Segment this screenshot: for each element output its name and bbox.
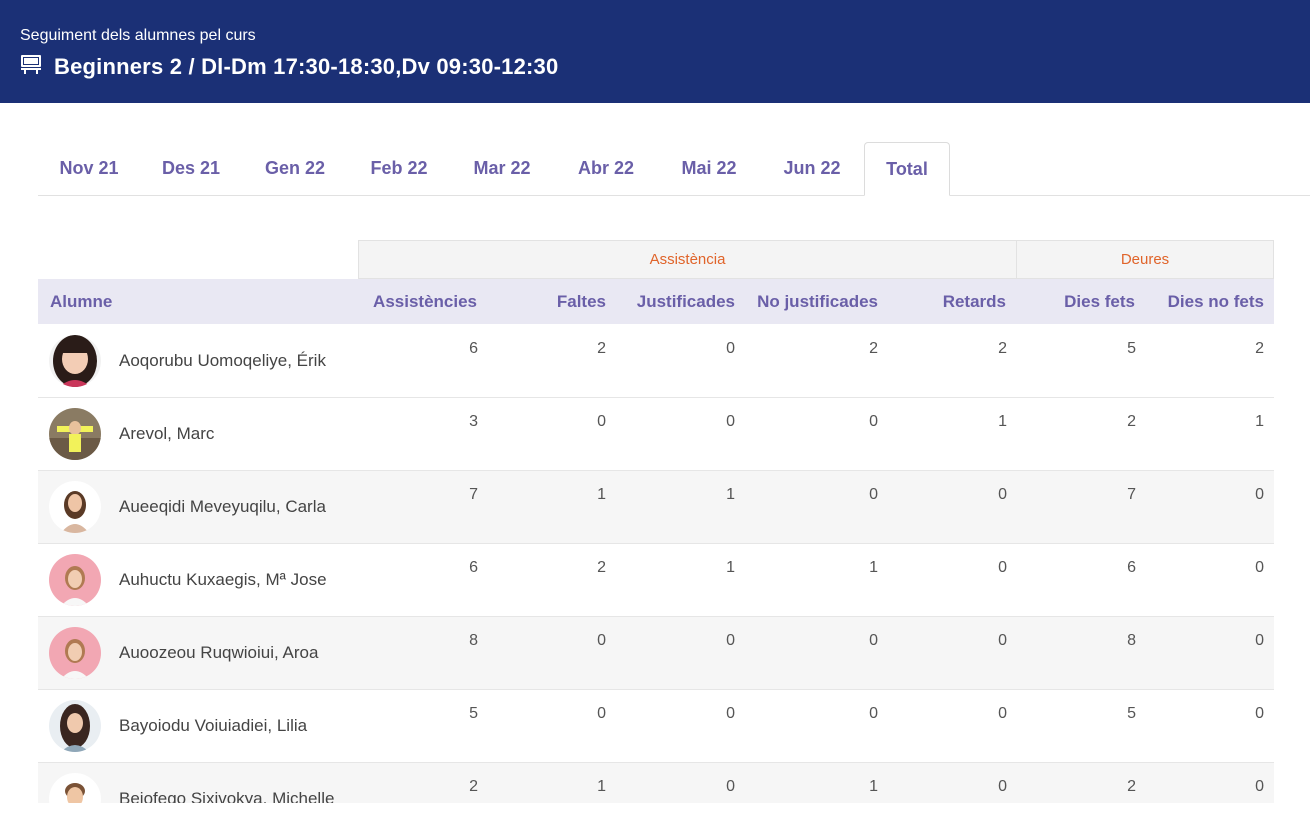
justified-value: 0 bbox=[726, 413, 735, 430]
absences-value: 0 bbox=[597, 705, 606, 722]
month-tabs: Nov 21 Des 21 Gen 22 Feb 22 Mar 22 Abr 2… bbox=[38, 142, 1310, 196]
column-header-justified[interactable]: Justificades bbox=[637, 279, 735, 324]
late-value: 2 bbox=[998, 340, 1007, 357]
days-not-done-value: 1 bbox=[1255, 413, 1264, 430]
table-row[interactable]: Bejofego Sixivokya, Michelle 2 1 0 1 0 2… bbox=[38, 763, 1274, 803]
days-done-value: 2 bbox=[1127, 778, 1136, 795]
absences-value: 2 bbox=[597, 340, 606, 357]
justified-value: 0 bbox=[726, 632, 735, 649]
late-value: 1 bbox=[998, 413, 1007, 430]
attendances-value: 6 bbox=[469, 340, 478, 357]
unjustified-value: 2 bbox=[869, 340, 878, 357]
page-header: Seguiment dels alumnes pel curs Beginner… bbox=[0, 0, 1310, 103]
tab-feb-22[interactable]: Feb 22 bbox=[348, 142, 450, 195]
group-header-homework: Deures bbox=[1016, 240, 1274, 279]
student-avatar bbox=[49, 627, 101, 679]
late-value: 0 bbox=[998, 632, 1007, 649]
attendances-value: 8 bbox=[469, 632, 478, 649]
student-avatar bbox=[49, 335, 101, 387]
unjustified-value: 0 bbox=[869, 705, 878, 722]
student-name[interactable]: Auhuctu Kuxaegis, Mª Jose bbox=[119, 570, 327, 590]
days-done-value: 5 bbox=[1127, 705, 1136, 722]
table-header-row: Alumne Assistències Faltes Justificades … bbox=[38, 279, 1274, 324]
column-header-absences[interactable]: Faltes bbox=[557, 279, 606, 324]
column-header-days-not-done[interactable]: Dies no fets bbox=[1168, 279, 1264, 324]
tab-abr-22[interactable]: Abr 22 bbox=[554, 142, 658, 195]
student-avatar bbox=[49, 773, 101, 803]
column-header-attendances[interactable]: Assistències bbox=[373, 279, 477, 324]
column-header-student[interactable]: Alumne bbox=[50, 279, 112, 324]
late-value: 0 bbox=[998, 705, 1007, 722]
student-name[interactable]: Bayoiodu Voiuiadiei, Lilia bbox=[119, 716, 307, 736]
attendances-value: 6 bbox=[469, 559, 478, 576]
days-not-done-value: 0 bbox=[1255, 778, 1264, 795]
absences-value: 1 bbox=[597, 486, 606, 503]
tab-mar-22[interactable]: Mar 22 bbox=[450, 142, 554, 195]
presentation-board-icon bbox=[20, 53, 42, 80]
tab-mai-22[interactable]: Mai 22 bbox=[658, 142, 760, 195]
days-done-value: 2 bbox=[1127, 413, 1136, 430]
attendances-value: 2 bbox=[469, 778, 478, 795]
absences-value: 0 bbox=[597, 632, 606, 649]
table-row[interactable]: Bayoiodu Voiuiadiei, Lilia 5 0 0 0 0 5 0 bbox=[38, 690, 1274, 763]
table-row[interactable]: Aueeqidi Meveyuqilu, Carla 7 1 1 0 0 7 0 bbox=[38, 471, 1274, 544]
tab-jun-22[interactable]: Jun 22 bbox=[760, 142, 864, 195]
late-value: 0 bbox=[998, 778, 1007, 795]
table-row[interactable]: Auoozeou Ruqwioiui, Aroa 8 0 0 0 0 8 0 bbox=[38, 617, 1274, 690]
page-subtitle: Seguiment dels alumnes pel curs bbox=[20, 27, 256, 44]
days-not-done-value: 0 bbox=[1255, 632, 1264, 649]
table-row[interactable]: Aoqorubu Uomoqeliye, Érik 6 2 0 2 2 5 2 bbox=[38, 325, 1274, 398]
late-value: 0 bbox=[998, 486, 1007, 503]
column-header-days-done[interactable]: Dies fets bbox=[1064, 279, 1135, 324]
days-done-value: 7 bbox=[1127, 486, 1136, 503]
days-not-done-value: 0 bbox=[1255, 559, 1264, 576]
late-value: 0 bbox=[998, 559, 1007, 576]
unjustified-value: 0 bbox=[869, 413, 878, 430]
days-done-value: 8 bbox=[1127, 632, 1136, 649]
table-row[interactable]: Arevol, Marc 3 0 0 0 1 2 1 bbox=[38, 398, 1274, 471]
absences-value: 2 bbox=[597, 559, 606, 576]
table-row[interactable]: Auhuctu Kuxaegis, Mª Jose 6 2 1 1 0 6 0 bbox=[38, 544, 1274, 617]
student-avatar bbox=[49, 481, 101, 533]
tab-nov-21[interactable]: Nov 21 bbox=[38, 142, 140, 195]
justified-value: 0 bbox=[726, 705, 735, 722]
absences-value: 0 bbox=[597, 413, 606, 430]
attendances-value: 3 bbox=[469, 413, 478, 430]
justified-value: 0 bbox=[726, 340, 735, 357]
attendances-value: 5 bbox=[469, 705, 478, 722]
tab-total[interactable]: Total bbox=[864, 142, 950, 196]
course-title-row: Beginners 2 / Dl-Dm 17:30-18:30,Dv 09:30… bbox=[20, 53, 558, 80]
days-done-value: 6 bbox=[1127, 559, 1136, 576]
column-header-unjustified[interactable]: No justificades bbox=[757, 279, 878, 324]
unjustified-value: 1 bbox=[869, 778, 878, 795]
unjustified-value: 0 bbox=[869, 632, 878, 649]
absences-value: 1 bbox=[597, 778, 606, 795]
attendances-value: 7 bbox=[469, 486, 478, 503]
tab-des-21[interactable]: Des 21 bbox=[140, 142, 242, 195]
justified-value: 1 bbox=[726, 486, 735, 503]
justified-value: 0 bbox=[726, 778, 735, 795]
days-not-done-value: 2 bbox=[1255, 340, 1264, 357]
days-done-value: 5 bbox=[1127, 340, 1136, 357]
student-avatar bbox=[49, 700, 101, 752]
student-avatar bbox=[49, 554, 101, 606]
student-name[interactable]: Aoqorubu Uomoqeliye, Érik bbox=[119, 351, 326, 371]
days-not-done-value: 0 bbox=[1255, 705, 1264, 722]
student-name[interactable]: Bejofego Sixivokya, Michelle bbox=[119, 789, 334, 803]
student-name[interactable]: Aueeqidi Meveyuqilu, Carla bbox=[119, 497, 326, 517]
tab-gen-22[interactable]: Gen 22 bbox=[242, 142, 348, 195]
student-name[interactable]: Arevol, Marc bbox=[119, 424, 214, 444]
page-title: Beginners 2 / Dl-Dm 17:30-18:30,Dv 09:30… bbox=[54, 53, 559, 79]
column-header-late[interactable]: Retards bbox=[943, 279, 1006, 324]
unjustified-value: 0 bbox=[869, 486, 878, 503]
unjustified-value: 1 bbox=[869, 559, 878, 576]
group-header-attendance: Assistència bbox=[358, 240, 1017, 279]
days-not-done-value: 0 bbox=[1255, 486, 1264, 503]
student-avatar bbox=[49, 408, 101, 460]
student-name[interactable]: Auoozeou Ruqwioiui, Aroa bbox=[119, 643, 318, 663]
justified-value: 1 bbox=[726, 559, 735, 576]
